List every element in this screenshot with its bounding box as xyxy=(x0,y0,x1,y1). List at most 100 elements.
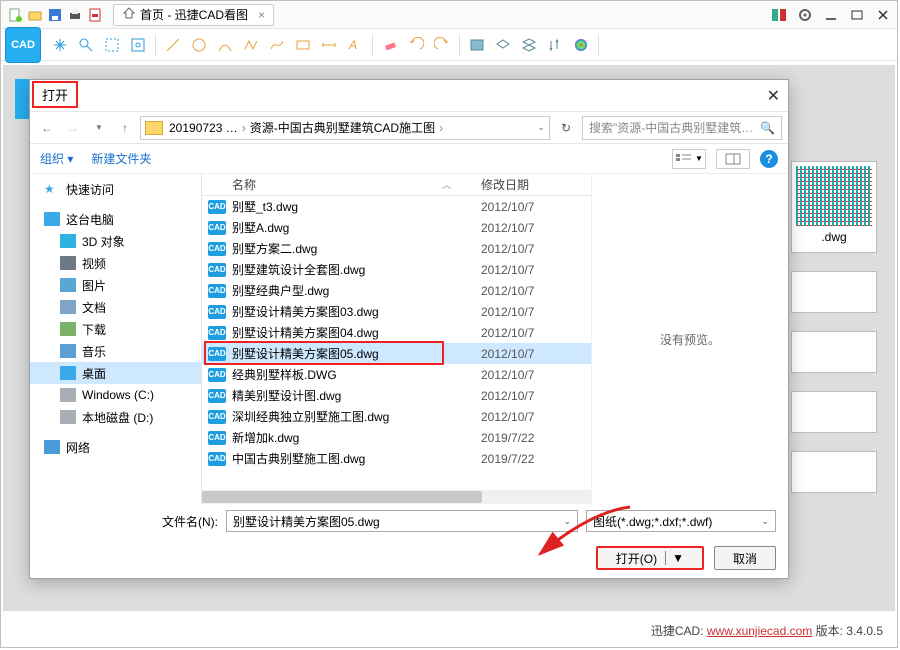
dim-icon[interactable] xyxy=(318,34,340,56)
text-icon[interactable]: A xyxy=(344,34,366,56)
crumb-seg[interactable]: 20190723 … xyxy=(169,121,238,135)
scrollbar-thumb[interactable] xyxy=(202,491,482,503)
tree-item-vid[interactable]: 视频 xyxy=(30,252,201,274)
tree-item-star[interactable]: ★快速访问 xyxy=(30,178,201,200)
up-icon[interactable]: ↑ xyxy=(114,117,136,139)
file-row[interactable]: CAD别墅经典户型.dwg2012/10/7 xyxy=(202,280,591,301)
tree-item-pc[interactable]: 这台电脑 xyxy=(30,208,201,230)
circle-icon[interactable] xyxy=(188,34,210,56)
tree-item-net[interactable]: 网络 xyxy=(30,436,201,458)
file-row[interactable]: CAD别墅建筑设计全套图.dwg2012/10/7 xyxy=(202,259,591,280)
maximize-icon[interactable] xyxy=(847,5,867,25)
tree-item-drive[interactable]: Windows (C:) xyxy=(30,384,201,406)
save-icon[interactable] xyxy=(46,6,64,24)
pdf-icon[interactable] xyxy=(86,6,104,24)
layer-icon[interactable] xyxy=(492,34,514,56)
close-icon[interactable] xyxy=(873,5,893,25)
tree-label: 视频 xyxy=(82,255,106,272)
file-row[interactable]: CAD中国古典别墅施工图.dwg2019/7/22 xyxy=(202,448,591,469)
help-icon[interactable]: ? xyxy=(760,150,778,168)
tree-item-drive[interactable]: 本地磁盘 (D:) xyxy=(30,406,201,428)
col-name[interactable]: 名称 xyxy=(202,176,442,193)
organize-menu[interactable]: 组织 ▾ xyxy=(40,150,73,167)
new-file-icon[interactable] xyxy=(6,6,24,24)
footer-version-label: 版本: xyxy=(812,624,846,638)
redo-icon[interactable] xyxy=(431,34,453,56)
h-scrollbar[interactable] xyxy=(202,490,591,504)
window-layout-icon[interactable] xyxy=(769,5,789,25)
filename-input[interactable]: 别墅设计精美方案图05.dwg ⌄ xyxy=(226,510,578,532)
tree-item-doc[interactable]: 文档 xyxy=(30,296,201,318)
tree-item-mus[interactable]: 音乐 xyxy=(30,340,201,362)
region-icon[interactable] xyxy=(101,34,123,56)
tree-item-dl[interactable]: 下载 xyxy=(30,318,201,340)
file-row[interactable]: CAD别墅方案二.dwg2012/10/7 xyxy=(202,238,591,259)
cancel-button[interactable]: 取消 xyxy=(714,546,776,570)
sort-icon[interactable] xyxy=(544,34,566,56)
layer2-icon[interactable] xyxy=(518,34,540,56)
crumb-dropdown-icon[interactable]: ⌄ xyxy=(537,122,545,133)
recent-slot[interactable] xyxy=(791,451,877,493)
chevron-down-icon[interactable]: ⌄ xyxy=(761,516,769,527)
color-icon[interactable] xyxy=(570,34,592,56)
forward-icon[interactable]: → xyxy=(62,117,84,139)
erase-icon[interactable] xyxy=(379,34,401,56)
line-icon[interactable] xyxy=(162,34,184,56)
image-icon[interactable] xyxy=(466,34,488,56)
footer-link[interactable]: www.xunjiecad.com xyxy=(707,624,812,638)
file-row[interactable]: CAD别墅设计精美方案图05.dwg2012/10/7 xyxy=(202,343,591,364)
rect-icon[interactable] xyxy=(292,34,314,56)
recent-thumb[interactable]: .dwg xyxy=(791,161,877,253)
file-row[interactable]: CAD别墅_t3.dwg2012/10/7 xyxy=(202,196,591,217)
tree-item-3d[interactable]: 3D 对象 xyxy=(30,230,201,252)
breadcrumb[interactable]: 20190723 … › 资源-中国古典别墅建筑CAD施工图 › ⌄ xyxy=(140,116,550,140)
dialog-close-icon[interactable]: ✕ xyxy=(767,86,780,106)
tab-close[interactable]: × xyxy=(258,8,265,22)
recent-slot[interactable] xyxy=(791,331,877,373)
file-row[interactable]: CAD深圳经典独立别墅施工图.dwg2012/10/7 xyxy=(202,406,591,427)
search-input[interactable]: 搜索"资源-中国古典别墅建筑… 🔍 xyxy=(582,116,782,140)
file-row[interactable]: CAD别墅A.dwg2012/10/7 xyxy=(202,217,591,238)
file-row[interactable]: CAD经典别墅样板.DWG2012/10/7 xyxy=(202,364,591,385)
col-date[interactable]: 修改日期 xyxy=(481,176,591,193)
open-button[interactable]: 打开(O) ▼ xyxy=(596,546,704,570)
preview-toggle-button[interactable] xyxy=(716,149,750,169)
open-icon[interactable] xyxy=(26,6,44,24)
gear-icon[interactable] xyxy=(795,5,815,25)
back-icon[interactable]: ← xyxy=(36,117,58,139)
print-icon[interactable] xyxy=(66,6,84,24)
recent-slot[interactable] xyxy=(791,391,877,433)
open-dropdown-icon[interactable]: ▼ xyxy=(665,551,684,565)
polyline-icon[interactable] xyxy=(240,34,262,56)
file-date: 2012/10/7 xyxy=(481,326,591,340)
tree-label: 下载 xyxy=(82,321,106,338)
new-folder-button[interactable]: 新建文件夹 xyxy=(91,150,151,167)
history-dropdown-icon[interactable]: ▼ xyxy=(88,117,110,139)
file-row[interactable]: CAD别墅设计精美方案图03.dwg2012/10/7 xyxy=(202,301,591,322)
filename-value: 别墅设计精美方案图05.dwg xyxy=(233,513,380,530)
cad-file-icon: CAD xyxy=(208,431,226,445)
view-mode-button[interactable]: ▼ xyxy=(672,149,706,169)
tree-item-desk[interactable]: 桌面 xyxy=(30,362,201,384)
file-date: 2012/10/7 xyxy=(481,284,591,298)
pan-icon[interactable] xyxy=(49,34,71,56)
dialog-footer: 打开(O) ▼ 取消 xyxy=(30,538,788,578)
spline-icon[interactable] xyxy=(266,34,288,56)
filetype-filter[interactable]: 图纸(*.dwg;*.dxf;*.dwf) ⌄ xyxy=(586,510,776,532)
undo-icon[interactable] xyxy=(405,34,427,56)
extent-icon[interactable] xyxy=(127,34,149,56)
file-name: 中国古典别墅施工图.dwg xyxy=(232,450,481,467)
file-row[interactable]: CAD精美别墅设计图.dwg2012/10/7 xyxy=(202,385,591,406)
minimize-icon[interactable] xyxy=(821,5,841,25)
file-row[interactable]: CAD新增加k.dwg2019/7/22 xyxy=(202,427,591,448)
zoom-icon[interactable] xyxy=(75,34,97,56)
arc-icon[interactable] xyxy=(214,34,236,56)
refresh-icon[interactable]: ↻ xyxy=(554,116,578,140)
tree-item-img[interactable]: 图片 xyxy=(30,274,201,296)
crumb-seg[interactable]: 资源-中国古典别墅建筑CAD施工图 xyxy=(250,119,435,136)
recent-slot[interactable] xyxy=(791,271,877,313)
file-row[interactable]: CAD别墅设计精美方案图04.dwg2012/10/7 xyxy=(202,322,591,343)
file-name: 别墅建筑设计全套图.dwg xyxy=(232,261,481,278)
tab-home[interactable]: 首页 - 迅捷CAD看图 × xyxy=(113,4,274,26)
chevron-down-icon[interactable]: ⌄ xyxy=(563,516,571,527)
